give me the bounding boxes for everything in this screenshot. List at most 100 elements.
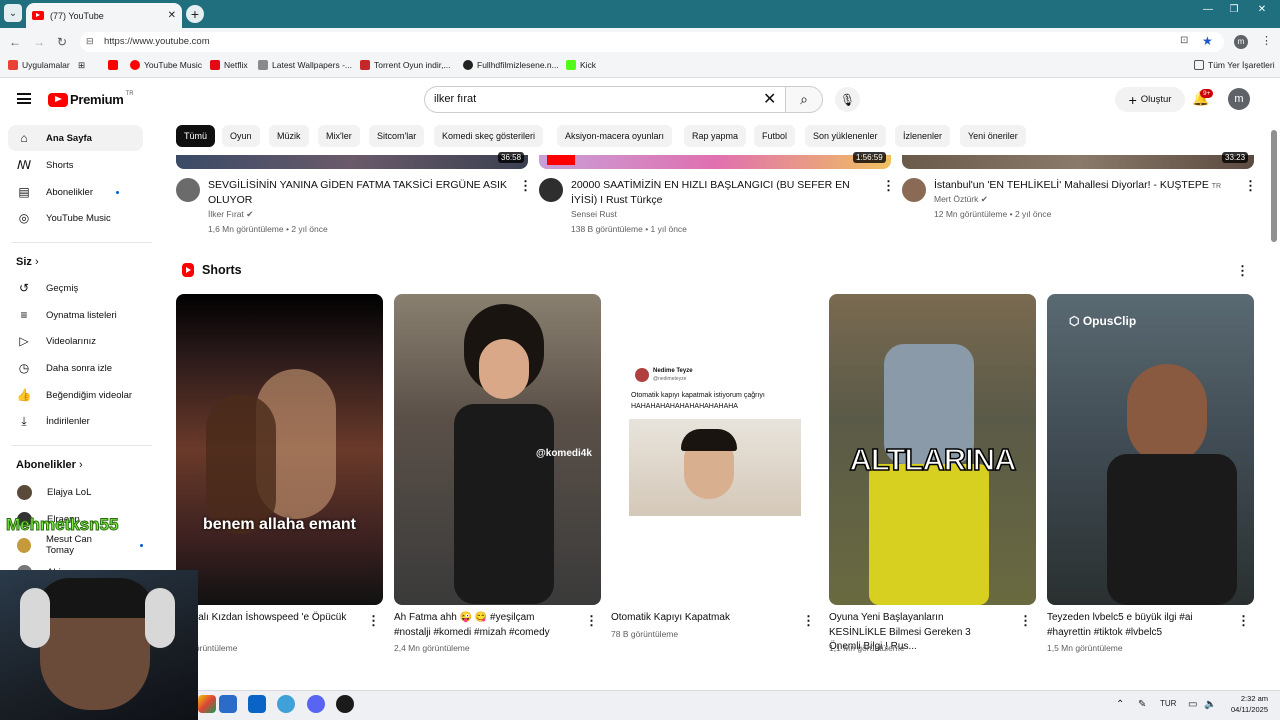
sidebar-item-playlists[interactable]: ≡ Oynatma listeleri xyxy=(8,302,143,328)
discord-icon[interactable] xyxy=(307,695,325,713)
tray-chevron-icon[interactable]: ⌃ xyxy=(1116,699,1124,710)
create-button[interactable]: + Oluştur xyxy=(1115,87,1185,112)
chip-4[interactable]: Sitcom'lar xyxy=(369,125,425,147)
short-title[interactable]: Otomatik Kapıyı Kapatmak xyxy=(611,611,783,626)
chip-6[interactable]: Aksiyon-macera oyunları xyxy=(557,125,673,147)
page-scrollbar[interactable] xyxy=(1271,130,1277,242)
youtube-premium-logo[interactable]: Premium TR xyxy=(48,91,134,107)
close-tab-icon[interactable]: ✕ xyxy=(168,10,176,21)
channel-avatar[interactable] xyxy=(902,178,926,202)
short-thumbnail[interactable]: Nedime Teyze @nedimeteyze Otomatik kapıy… xyxy=(611,294,818,605)
sidebar-item-youtube-music[interactable]: ◎ YouTube Music xyxy=(8,205,143,231)
tab-search-icon[interactable]: ⌄ xyxy=(4,4,22,22)
bookmark-wallpapers[interactable]: Latest Wallpapers -... xyxy=(258,60,352,70)
more-options-icon[interactable]: ⋮ xyxy=(519,178,532,194)
sidebar-item-downloads[interactable]: ⤓ İndirilenler xyxy=(8,408,143,434)
video-title[interactable]: SEVGİLİSİNİN YANINA GİDEN FATMA TAKSİCİ … xyxy=(208,178,508,207)
short-thumbnail[interactable]: ALTLARINA xyxy=(829,294,1036,605)
bookmark-star-icon[interactable]: ★ xyxy=(1202,34,1213,48)
chip-5[interactable]: Komedi skeç gösterileri xyxy=(434,125,544,147)
short-more-icon[interactable]: ⋮ xyxy=(1237,613,1250,629)
voice-search-button[interactable]: 🎙 xyxy=(835,87,860,112)
forward-icon[interactable]: → xyxy=(31,34,47,50)
video-thumbnail[interactable] xyxy=(176,155,528,169)
video-channel[interactable]: Sensei Rust xyxy=(571,209,617,219)
short-more-icon[interactable]: ⋮ xyxy=(802,613,815,629)
site-info-icon[interactable]: ⊟ xyxy=(86,36,94,47)
tray-app-icon[interactable]: ✎ xyxy=(1138,699,1146,710)
address-bar[interactable] xyxy=(80,32,1224,52)
shorts-more-icon[interactable]: ⋮ xyxy=(1236,263,1249,279)
short-thumbnail[interactable]: benem allaha emant xyxy=(176,294,383,605)
chip-11[interactable]: Yeni öneriler xyxy=(960,125,1026,147)
obs-icon[interactable] xyxy=(336,695,354,713)
sidebar-you-header[interactable]: Siz › xyxy=(16,256,39,268)
close-window-icon[interactable]: ✕ xyxy=(1250,4,1274,15)
short-thumbnail[interactable]: ⬡ OpusClip xyxy=(1047,294,1254,605)
minimize-icon[interactable]: — xyxy=(1196,4,1220,15)
hamburger-menu-icon[interactable] xyxy=(17,93,31,104)
short-title[interactable]: Bayılalı Kızdan İshowspeed 'e Öpücük 💋 xyxy=(176,611,348,640)
sidebar-item-home[interactable]: ⌂ Ana Sayfa xyxy=(8,125,143,151)
search-query[interactable]: ilker fırat xyxy=(434,93,476,105)
sidebar-sub-mesut[interactable]: Mesut Can Tomay xyxy=(8,532,143,558)
new-tab-button[interactable]: + xyxy=(186,5,204,23)
youtube-bookmark-icon[interactable] xyxy=(108,60,118,70)
maximize-icon[interactable]: ❐ xyxy=(1222,4,1246,15)
sidebar-item-history[interactable]: ↺ Geçmiş xyxy=(8,275,143,301)
video-title[interactable]: 20000 SAATİMİZİN EN HIZLI BAŞLANGICI (BU… xyxy=(571,178,871,207)
chip-1[interactable]: Oyun xyxy=(222,125,260,147)
bookmark-kick[interactable]: Kick xyxy=(566,60,596,70)
chip-10[interactable]: İzlenenler xyxy=(895,125,951,147)
channel-avatar[interactable] xyxy=(176,178,200,202)
outlook-icon[interactable] xyxy=(248,695,266,713)
system-clock[interactable]: 2:32 am 04/11/2025 xyxy=(1226,693,1268,715)
browser-tab[interactable]: (77) YouTube ✕ xyxy=(26,3,182,28)
sidebar-sub-elajya[interactable]: Elajya LoL xyxy=(8,479,143,505)
tab-groups-icon[interactable]: ⊞ xyxy=(78,60,85,71)
video-thumbnail[interactable] xyxy=(539,155,891,169)
video-title[interactable]: İstanbul'un 'EN TEHLİKELİ' Mahallesi Diy… xyxy=(934,178,1234,195)
chip-0[interactable]: Tümü xyxy=(176,125,216,147)
sidebar-subscriptions-header[interactable]: Abonelikler › xyxy=(16,459,83,471)
bookmark-youtube-music[interactable]: YouTube Music xyxy=(130,60,202,70)
chip-2[interactable]: Müzik xyxy=(269,125,309,147)
sidebar-item-your-videos[interactable]: ▷ Videolarınız xyxy=(8,328,143,354)
profile-avatar[interactable]: m xyxy=(1234,35,1248,49)
bookmark-fullhdfilm[interactable]: Fullhdfilmizlesene.n... xyxy=(463,60,559,70)
video-channel[interactable]: İlker Fırat ✔ xyxy=(208,209,253,220)
short-title[interactable]: Teyzeden lvbelc5 e büyük ilgi #ai #hayre… xyxy=(1047,611,1219,640)
sidebar-item-watch-later[interactable]: ◷ Daha sonra izle xyxy=(8,355,143,381)
video-thumbnail[interactable] xyxy=(902,155,1254,169)
short-title[interactable]: Ah Fatma ahh 😜 😋 #yeşilçam #nostalji #ko… xyxy=(394,611,566,640)
volume-icon[interactable]: 🔈 xyxy=(1204,699,1216,710)
chip-3[interactable]: Mix'ler xyxy=(318,125,360,147)
store-icon[interactable] xyxy=(219,695,237,713)
settings-icon[interactable] xyxy=(277,695,295,713)
bookmark-torrent[interactable]: Torrent Oyun indir,... xyxy=(360,60,451,70)
back-icon[interactable]: ← xyxy=(7,34,23,50)
short-more-icon[interactable]: ⋮ xyxy=(585,613,598,629)
search-input[interactable] xyxy=(424,86,786,113)
channel-avatar[interactable] xyxy=(539,178,563,202)
short-thumbnail[interactable]: @komedi4k xyxy=(394,294,601,605)
install-app-icon[interactable]: ⊡ xyxy=(1180,35,1188,46)
reload-icon[interactable]: ↻ xyxy=(54,34,70,50)
account-avatar[interactable]: m xyxy=(1228,88,1250,110)
more-options-icon[interactable]: ⋮ xyxy=(882,178,895,194)
all-bookmarks[interactable]: Tüm Yer İşaretleri xyxy=(1194,60,1275,70)
clear-search-icon[interactable]: ✕ xyxy=(763,89,776,109)
sidebar-item-subscriptions[interactable]: ▤ Abonelikler xyxy=(8,179,143,205)
video-channel[interactable]: Mert Öztürk ✔ xyxy=(934,194,988,205)
sidebar-item-liked[interactable]: 👍 Beğendiğim videolar xyxy=(8,382,143,408)
network-icon[interactable]: ▭ xyxy=(1188,699,1197,710)
url-text[interactable]: https://www.youtube.com xyxy=(104,36,210,47)
language-indicator[interactable]: TUR xyxy=(1160,699,1176,708)
bookmark-apps[interactable]: Uygulamalar xyxy=(8,60,70,70)
chip-7[interactable]: Rap yapma xyxy=(684,125,747,147)
chip-9[interactable]: Son yüklenenler xyxy=(805,125,886,147)
search-button[interactable]: ⌕ xyxy=(785,86,823,113)
browser-menu-icon[interactable]: ⋮ xyxy=(1261,34,1272,47)
sidebar-item-shorts[interactable]: ꟿ Shorts xyxy=(8,152,143,178)
more-options-icon[interactable]: ⋮ xyxy=(1244,178,1257,194)
